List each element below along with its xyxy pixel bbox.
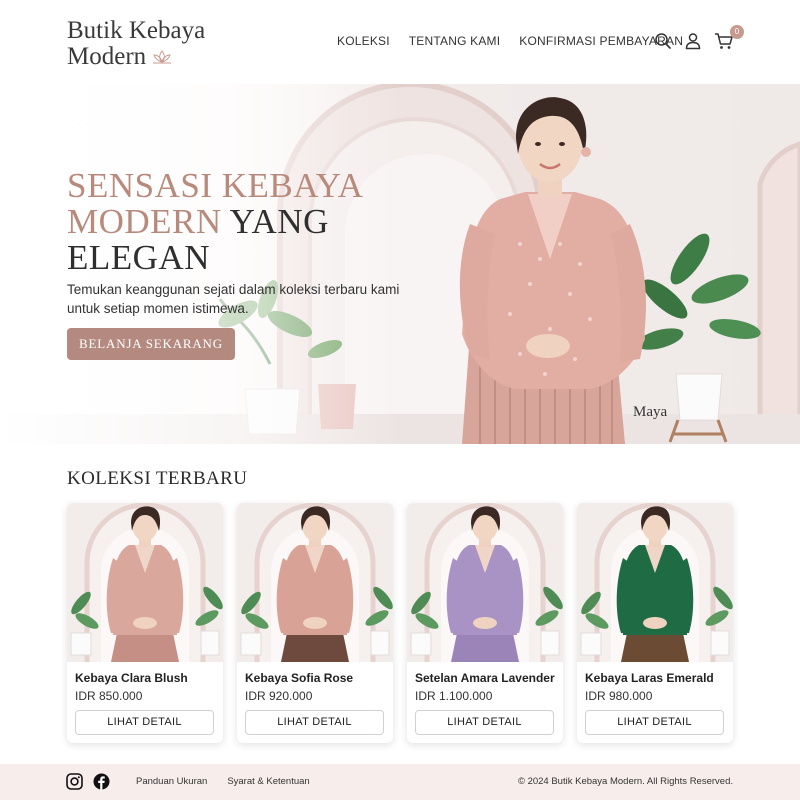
search-icon[interactable] xyxy=(654,32,672,50)
model-name-caption: Maya xyxy=(633,404,668,420)
cart-button[interactable]: 0 xyxy=(714,25,744,50)
product-name[interactable]: Kebaya Clara Blush xyxy=(75,671,188,685)
view-detail-button[interactable]: LIHAT DETAIL xyxy=(75,710,214,735)
view-detail-button[interactable]: LIHAT DETAIL xyxy=(245,710,384,735)
product-price: IDR 980.000 xyxy=(585,689,653,703)
main-nav: KOLEKSI TENTANG KAMI KONFIRMASI PEMBAYAR… xyxy=(337,34,683,48)
product-card[interactable]: Kebaya Laras Emerald IDR 980.000 LIHAT D… xyxy=(577,503,733,743)
product-image[interactable] xyxy=(67,503,223,662)
instagram-icon[interactable] xyxy=(66,773,83,790)
nav-tentang-kami[interactable]: TENTANG KAMI xyxy=(409,34,501,48)
logo-line1: Butik Kebaya xyxy=(67,17,206,44)
facebook-icon[interactable] xyxy=(93,773,110,790)
hero-title-modern: MODERN xyxy=(67,202,222,241)
cart-count-badge: 0 xyxy=(730,25,744,39)
hero-banner: SENSASI KEBAYA MODERN YANG ELEGAN Temuka… xyxy=(0,84,800,444)
copyright-text: © 2024 Butik Kebaya Modern. All Rights R… xyxy=(517,776,733,787)
site-footer: Panduan Ukuran Syarat & Ketentuan © 2024… xyxy=(0,764,800,800)
section-title: KOLEKSI TERBARU xyxy=(67,468,248,489)
product-image[interactable] xyxy=(237,503,393,662)
product-name[interactable]: Setelan Amara Lavender xyxy=(415,671,555,685)
product-card[interactable]: Kebaya Sofia Rose IDR 920.000 LIHAT DETA… xyxy=(237,503,393,743)
product-card[interactable]: Kebaya Clara Blush IDR 850.000 LIHAT DET… xyxy=(67,503,223,743)
hero-title: SENSASI KEBAYA MODERN YANG ELEGAN xyxy=(67,168,363,276)
hero-title-line1: SENSASI KEBAYA xyxy=(67,166,364,205)
product-price: IDR 920.000 xyxy=(245,689,313,703)
product-image[interactable] xyxy=(577,503,733,662)
product-name[interactable]: Kebaya Laras Emerald xyxy=(585,671,714,685)
nav-koleksi[interactable]: KOLEKSI xyxy=(337,34,390,48)
product-price: IDR 1.100.000 xyxy=(415,689,493,703)
product-card[interactable]: Setelan Amara Lavender IDR 1.100.000 LIH… xyxy=(407,503,563,743)
lotus-icon xyxy=(153,50,172,64)
site-header: Butik Kebaya Modern KOLEKSI TENTANG KAMI… xyxy=(0,0,800,84)
user-icon[interactable] xyxy=(684,32,702,50)
shop-now-button[interactable]: BELANJA SEKARANG xyxy=(67,328,235,360)
hero-subtitle: Temukan keanggunan sejati dalam koleksi … xyxy=(67,282,400,316)
view-detail-button[interactable]: LIHAT DETAIL xyxy=(585,710,724,735)
product-grid: Kebaya Clara Blush IDR 850.000 LIHAT DET… xyxy=(67,503,734,743)
view-detail-button[interactable]: LIHAT DETAIL xyxy=(415,710,554,735)
hero-title-line3: ELEGAN xyxy=(67,238,210,277)
product-price: IDR 850.000 xyxy=(75,689,143,703)
brand-logo[interactable]: Butik Kebaya Modern xyxy=(67,18,205,70)
hero-title-yang: YANG xyxy=(229,202,329,241)
product-image[interactable] xyxy=(407,503,563,662)
footer-link-size-guide[interactable]: Panduan Ukuran xyxy=(136,776,207,787)
footer-link-terms[interactable]: Syarat & Ketentuan xyxy=(227,776,309,787)
product-name[interactable]: Kebaya Sofia Rose xyxy=(245,671,353,685)
logo-line2: Modern xyxy=(67,43,147,70)
